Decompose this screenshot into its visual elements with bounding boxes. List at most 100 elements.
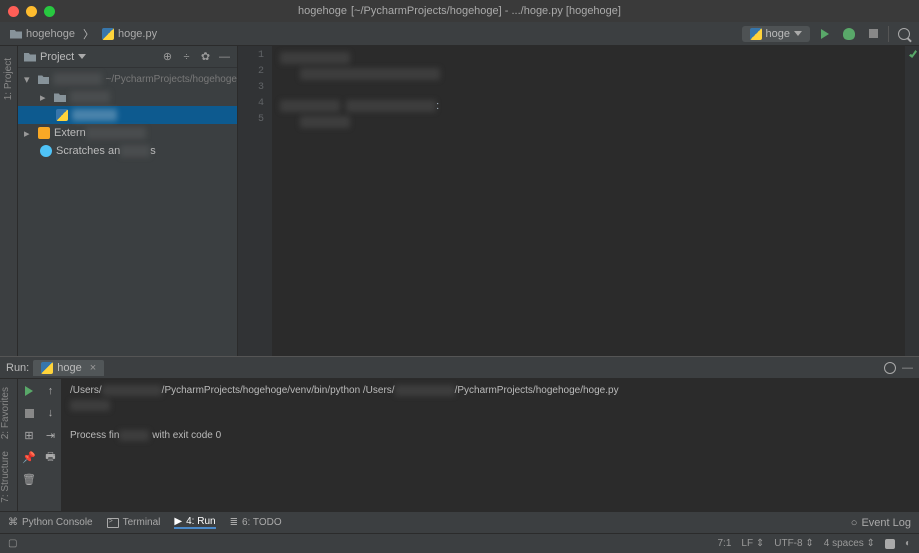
wrap-button[interactable]: ⇥ <box>43 427 59 443</box>
stop-icon <box>25 409 34 418</box>
title-path: [~/PycharmProjects/hogehoge] - .../hoge.… <box>351 5 621 17</box>
locate-icon[interactable]: ⊕ <box>161 50 174 63</box>
line-number: 2 <box>238 66 272 82</box>
line-number: 4 <box>238 98 272 114</box>
status-bar: ▢ 7:1 LF ⇕ UTF-8 ⇕ 4 spaces ⇕ ◐ <box>0 533 919 553</box>
layout-button[interactable]: ⊞ <box>21 427 37 443</box>
tree-file-selected[interactable]: xxxxx <box>18 106 237 124</box>
stop-icon <box>869 29 878 38</box>
output-line: /Users/xxxxxx/PycharmProjects/hogehoge/v… <box>70 383 911 398</box>
chevron-down-icon <box>78 54 86 59</box>
expand-icon[interactable]: ▸ <box>24 127 34 140</box>
inspection-icon[interactable]: ◐ <box>905 538 911 549</box>
lock-icon[interactable] <box>885 539 895 549</box>
left-tool-stripe-lower: 2: Favorites 7: Structure <box>0 379 18 511</box>
tree-external-libs-label: Externxxxxxxx <box>54 127 146 139</box>
stop-button[interactable] <box>21 405 37 421</box>
sidebar-tab-structure[interactable]: 7: Structure <box>0 445 11 509</box>
print-button[interactable]: 🖶 <box>43 449 59 465</box>
divider <box>888 26 889 42</box>
sidebar-actions: ⊕ ÷ ✿ — <box>161 50 231 63</box>
debug-button[interactable] <box>840 25 858 43</box>
run-config-selector[interactable]: hoge <box>742 26 810 42</box>
settings-icon[interactable]: ✿ <box>199 50 212 63</box>
terminal-icon <box>107 518 119 528</box>
sidebar-title-label: Project <box>40 51 74 63</box>
rerun-button[interactable] <box>21 383 37 399</box>
status-left[interactable]: ▢ <box>8 538 17 549</box>
folder-icon <box>10 29 22 39</box>
bug-icon <box>843 28 855 40</box>
left-tool-stripe: 1: Project <box>0 46 18 356</box>
code-content[interactable]: xxxxxxxx xxxxxxxxxxxxxx xxxxxx xxxxxxxxx… <box>272 46 919 356</box>
tab-terminal[interactable]: Terminal <box>107 516 161 529</box>
tree-root[interactable]: ▾ xxxxxxx ~/PycharmProjects/hogehoge <box>18 70 237 88</box>
sidebar-tab-favorites[interactable]: 2: Favorites <box>0 381 11 445</box>
breadcrumb-root[interactable]: hogehoge <box>6 26 79 42</box>
run-button[interactable] <box>816 25 834 43</box>
toolbar-right: hoge <box>742 25 913 43</box>
tree-scratches-label: Scratches anxxxs <box>56 145 156 157</box>
run-tab[interactable]: hoge × <box>33 360 104 376</box>
expand-icon[interactable]: ▾ <box>24 73 34 86</box>
gear-icon[interactable] <box>884 362 896 374</box>
sidebar-tab-project[interactable]: 1: Project <box>3 52 14 106</box>
folder-icon <box>54 92 66 102</box>
run-tab-label: hoge <box>57 362 81 374</box>
line-separator[interactable]: LF ⇕ <box>741 538 764 549</box>
play-icon <box>821 29 829 39</box>
tab-todo[interactable]: ≣ 6: TODO <box>230 516 282 529</box>
indent-config[interactable]: 4 spaces ⇕ <box>824 538 875 549</box>
run-controls-col1: ⊞ 📌 🗑 <box>18 379 40 511</box>
macos-titlebar: hogehoge [~/PycharmProjects/hogehoge] - … <box>0 0 919 22</box>
run-body: 2: Favorites 7: Structure ⊞ 📌 🗑 ↑ ↓ ⇥ 🖶 … <box>0 379 919 511</box>
down-button[interactable]: ↓ <box>43 405 59 421</box>
line-number: 5 <box>238 114 272 130</box>
editor-inspection-stripe[interactable] <box>905 46 919 356</box>
scratch-icon <box>40 145 52 157</box>
main-toolbar: hogehoge 〉 hoge.py hoge <box>0 22 919 46</box>
close-icon[interactable]: × <box>90 362 96 374</box>
python-file-icon <box>102 28 114 40</box>
tree-folder[interactable]: ▸ xxxx <box>18 88 237 106</box>
sidebar-header: Project ⊕ ÷ ✿ — <box>18 46 237 68</box>
bottom-tool-bar: ⌘ Python Console Terminal ▶ 4: Run ≣ 6: … <box>0 511 919 533</box>
pin-button[interactable]: 📌 <box>21 449 37 465</box>
tree-folder-label: xxxx <box>70 91 110 103</box>
file-encoding[interactable]: UTF-8 ⇕ <box>774 538 814 549</box>
trash-button[interactable]: 🗑 <box>21 471 37 487</box>
tab-label: 6: TODO <box>242 517 282 528</box>
hide-icon[interactable]: — <box>218 50 231 63</box>
tab-run[interactable]: ▶ 4: Run <box>174 516 215 529</box>
up-button[interactable]: ↑ <box>43 383 59 399</box>
collapse-icon[interactable]: ÷ <box>180 50 193 63</box>
event-log-button[interactable]: ○ Event Log <box>851 517 911 529</box>
tree-scratches[interactable]: Scratches anxxxs <box>18 142 237 160</box>
tree-external-libs[interactable]: ▸ Externxxxxxxx <box>18 124 237 142</box>
line-number: 1 <box>238 50 272 66</box>
close-window-icon[interactable] <box>8 6 19 17</box>
expand-icon[interactable]: ▸ <box>40 91 50 104</box>
folder-icon <box>38 74 50 84</box>
tab-python-console[interactable]: ⌘ Python Console <box>8 516 93 529</box>
play-icon: ▶ <box>174 516 182 527</box>
cursor-position[interactable]: 7:1 <box>717 538 731 549</box>
line-gutter: 1 2 3 4 5 <box>238 46 272 356</box>
window-controls[interactable] <box>8 6 55 17</box>
output-line: Process finxxx with exit code 0 <box>70 428 911 443</box>
code-text: xxxxxxxxxxxxxx <box>300 68 440 80</box>
code-editor[interactable]: 1 2 3 4 5 xxxxxxxx xxxxxxxxxxxxxx xxxxxx… <box>238 46 919 356</box>
breadcrumb-file[interactable]: hoge.py <box>98 26 161 42</box>
minimize-window-icon[interactable] <box>26 6 37 17</box>
main-area: 1: Project Project ⊕ ÷ ✿ — ▾ xxxxxxx ~/P… <box>0 46 919 356</box>
stop-button[interactable] <box>864 25 882 43</box>
search-everywhere-button[interactable] <box>895 25 913 43</box>
play-icon <box>25 386 33 396</box>
python-file-icon <box>56 109 68 121</box>
hide-icon[interactable]: — <box>902 362 913 374</box>
maximize-window-icon[interactable] <box>44 6 55 17</box>
sidebar-title[interactable]: Project <box>24 51 86 63</box>
run-output[interactable]: /Users/xxxxxx/PycharmProjects/hogehoge/v… <box>62 379 919 511</box>
tree-root-path: ~/PycharmProjects/hogehoge <box>106 74 237 85</box>
python-file-icon <box>41 362 53 374</box>
